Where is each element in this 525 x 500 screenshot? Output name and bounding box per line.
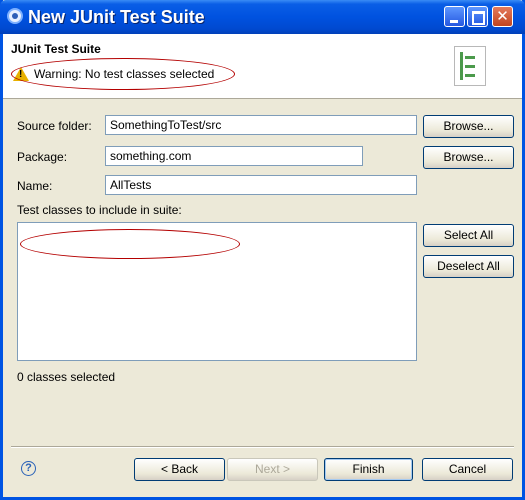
- banner-bar: [460, 52, 463, 80]
- annotation-ellipse-warning: [11, 58, 235, 90]
- maximize-button[interactable]: [467, 6, 488, 27]
- page-title: JUnit Test Suite: [11, 42, 101, 56]
- wizard-header: JUnit Test Suite Warning: No test classe…: [3, 34, 522, 99]
- eclipse-app-icon: [7, 8, 23, 24]
- footer-divider: [11, 446, 514, 448]
- title-bar[interactable]: New JUnit Test Suite ✕: [0, 0, 525, 34]
- next-button[interactable]: Next >: [227, 458, 318, 481]
- cancel-button[interactable]: Cancel: [422, 458, 513, 481]
- help-icon[interactable]: ?: [21, 461, 36, 476]
- source-folder-label: Source folder:: [17, 119, 92, 133]
- annotation-ellipse-list: [20, 229, 240, 259]
- finish-button[interactable]: Finish: [324, 458, 413, 481]
- package-label: Package:: [17, 150, 68, 164]
- name-label: Name:: [17, 179, 53, 193]
- banner-line: [465, 74, 475, 77]
- close-icon: ✕: [496, 7, 509, 25]
- close-button[interactable]: ✕: [492, 6, 513, 27]
- wizard-dialog: New JUnit Test Suite ✕ JUnit Test Suite …: [0, 0, 525, 500]
- banner-line: [465, 65, 475, 68]
- select-all-button[interactable]: Select All: [423, 224, 514, 247]
- wizard-banner-icon: [454, 46, 486, 86]
- name-field[interactable]: AllTests: [105, 175, 417, 195]
- banner-line: [465, 56, 475, 59]
- deselect-all-button[interactable]: Deselect All: [423, 255, 514, 278]
- browse-source-folder-button[interactable]: Browse...: [423, 115, 514, 138]
- source-folder-field[interactable]: SomethingToTest/src: [105, 115, 417, 135]
- minimize-button[interactable]: [444, 6, 465, 27]
- selection-status: 0 classes selected: [17, 370, 116, 384]
- browse-package-button[interactable]: Browse...: [423, 146, 514, 169]
- test-classes-label: Test classes to include in suite:: [17, 203, 182, 217]
- window-title: New JUnit Test Suite: [28, 7, 205, 27]
- package-field[interactable]: something.com: [105, 146, 363, 166]
- back-button[interactable]: < Back: [134, 458, 225, 481]
